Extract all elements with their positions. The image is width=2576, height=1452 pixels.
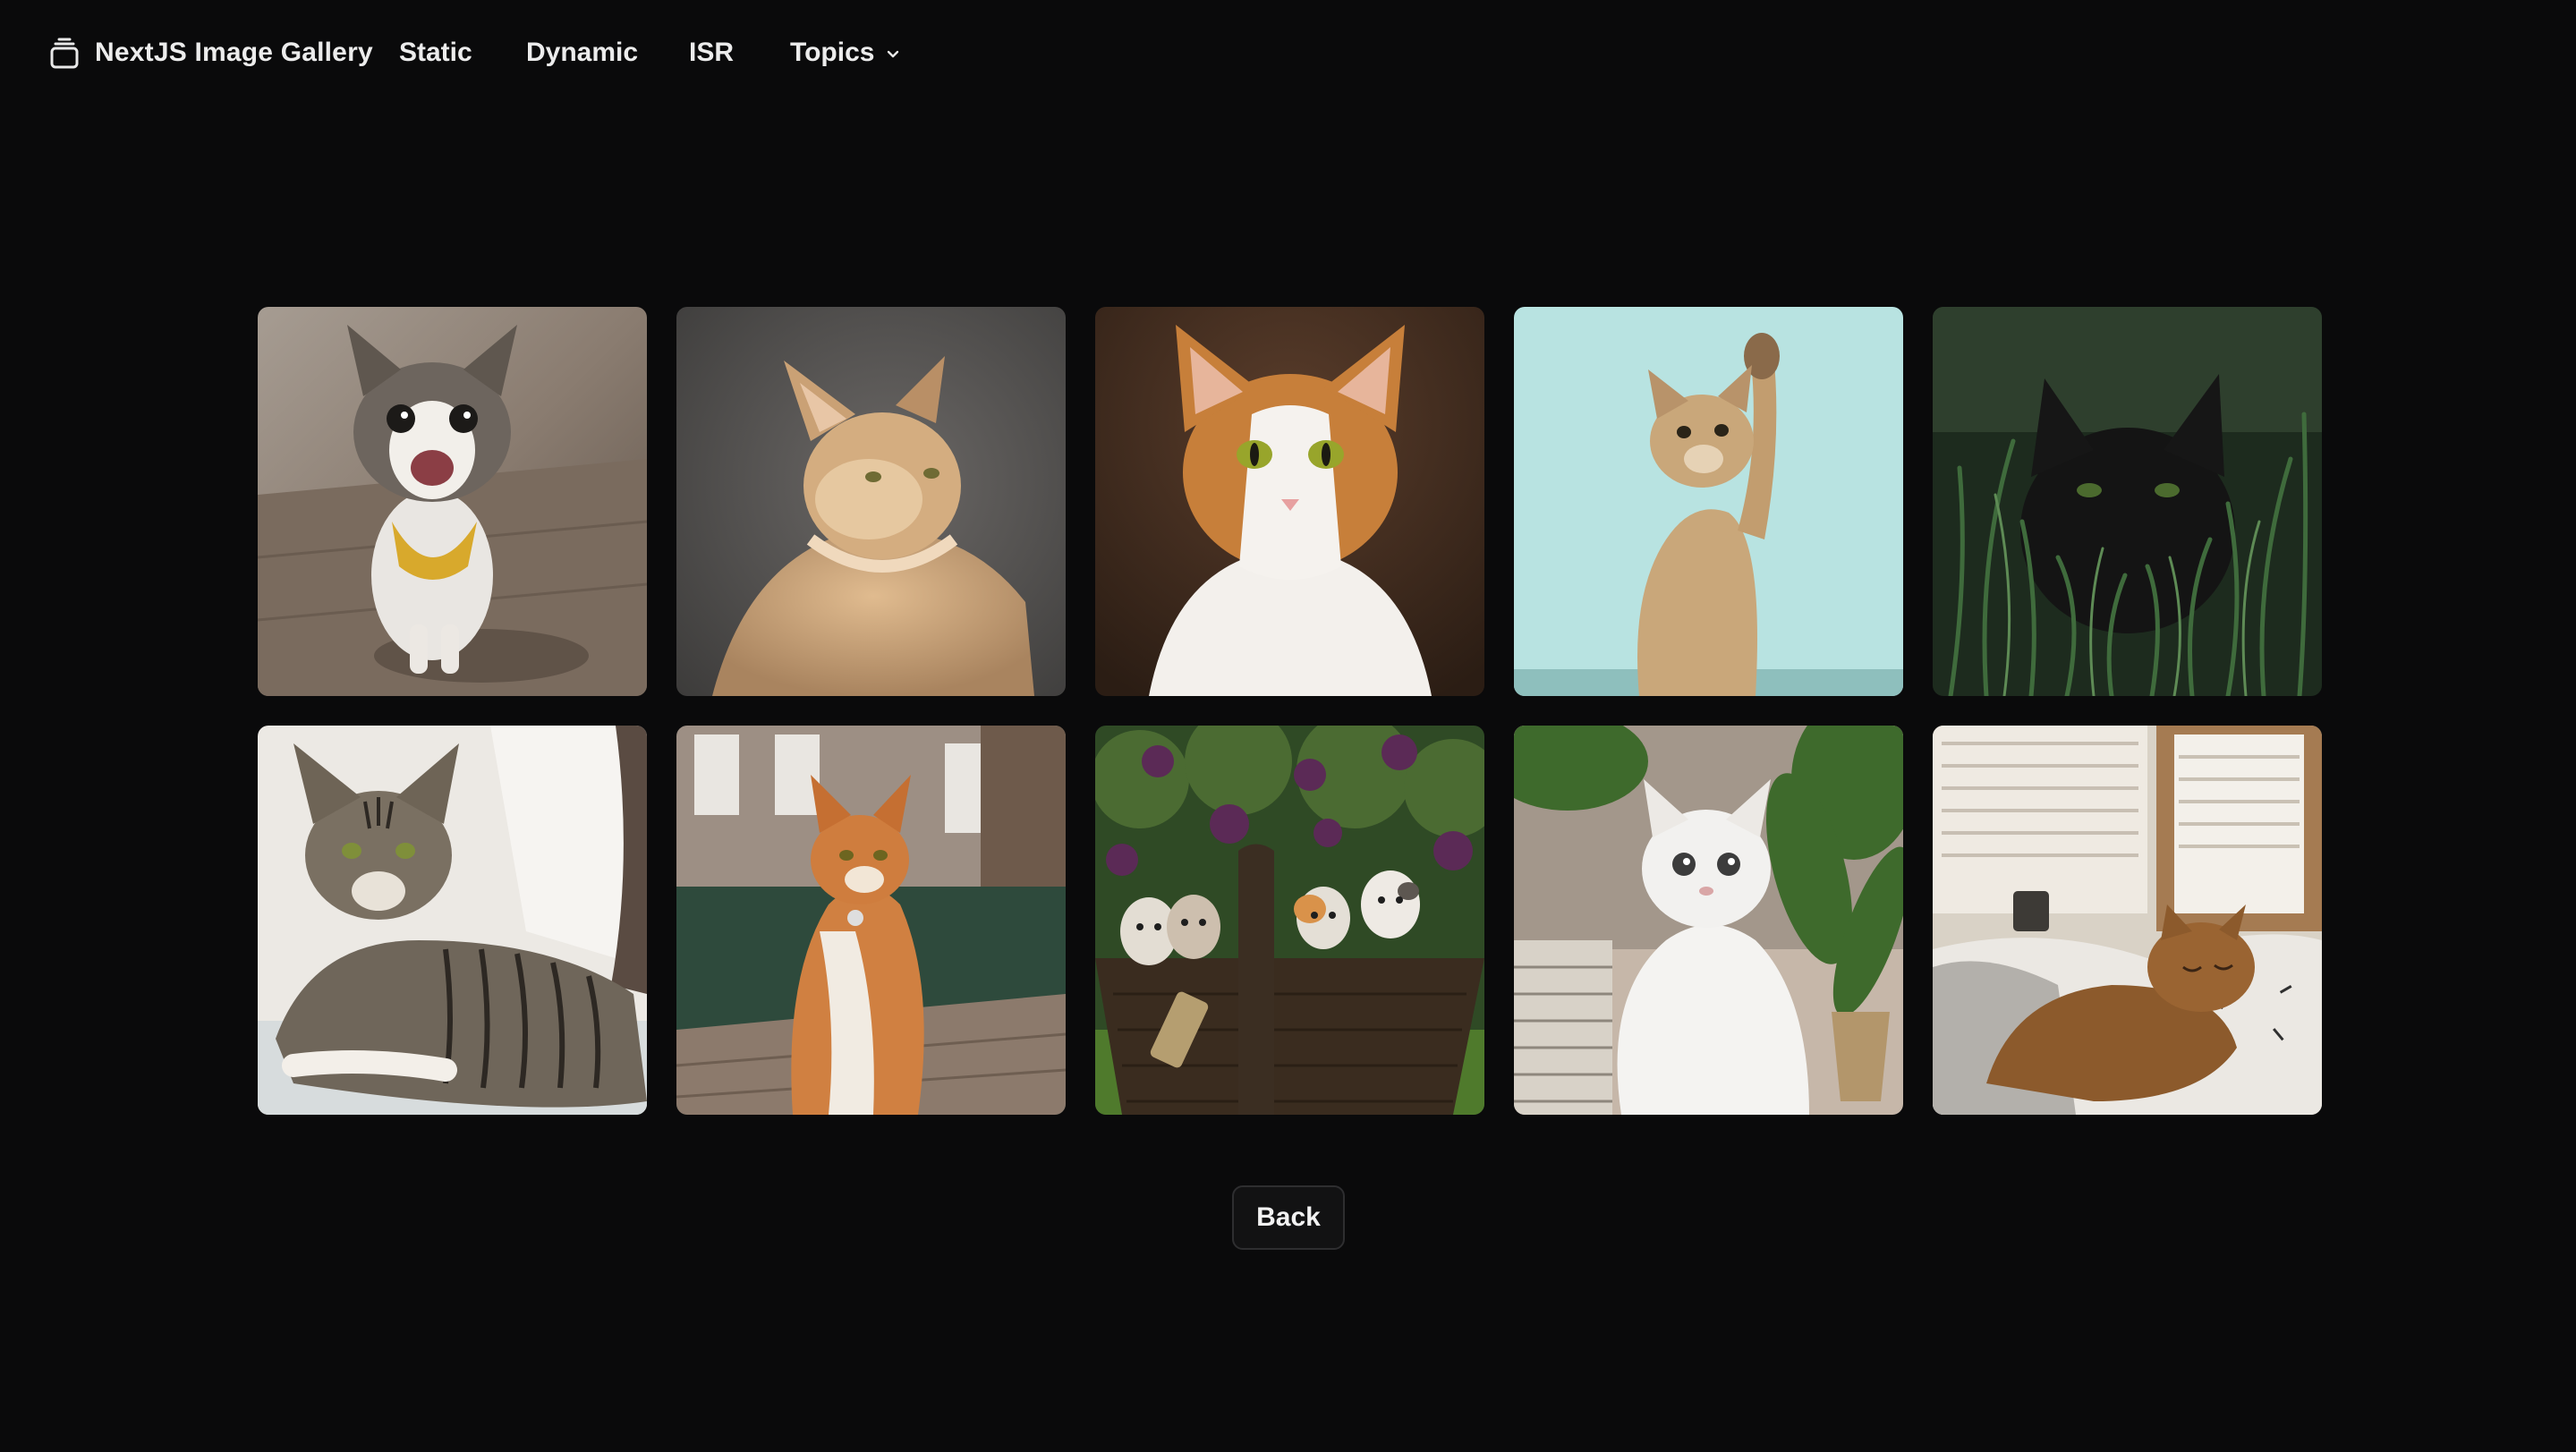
brand-label: NextJS Image Gallery [95, 38, 373, 67]
gallery-image[interactable] [1933, 726, 2322, 1115]
nav-link-isr[interactable]: ISR [689, 32, 734, 73]
cat-photo [258, 307, 647, 696]
gallery-image[interactable] [1933, 307, 2322, 696]
brand-link[interactable]: NextJS Image Gallery [50, 32, 373, 73]
cat-photo [1514, 726, 1903, 1115]
gallery-image[interactable] [676, 726, 1066, 1115]
gallery-image[interactable] [1514, 307, 1903, 696]
chevron-down-icon [888, 50, 899, 57]
cat-photo [258, 726, 647, 1115]
cat-photo [676, 307, 1066, 696]
gallery-image[interactable] [676, 307, 1066, 696]
stack-icon [50, 38, 79, 69]
cat-photo [1933, 726, 2322, 1115]
nav-link-static[interactable]: Static [399, 32, 472, 73]
topics-label: Topics [790, 38, 875, 67]
top-navbar: NextJS Image Gallery Static Dynamic ISR … [0, 0, 2576, 106]
gallery-image[interactable] [1095, 307, 1484, 696]
cat-photo [1933, 307, 2322, 696]
back-button[interactable]: Back [1232, 1185, 1345, 1250]
nav-link-dynamic[interactable]: Dynamic [526, 32, 638, 73]
gallery-image[interactable] [1514, 726, 1903, 1115]
image-gallery [258, 307, 2322, 1115]
gallery-image[interactable] [1095, 726, 1484, 1115]
cat-photo [1095, 307, 1484, 696]
cat-photo [1095, 726, 1484, 1115]
topics-dropdown[interactable]: Topics [790, 32, 901, 73]
gallery-image[interactable] [258, 307, 647, 696]
cat-photo [676, 726, 1066, 1115]
gallery-image[interactable] [258, 726, 647, 1115]
cat-photo [1514, 307, 1903, 696]
